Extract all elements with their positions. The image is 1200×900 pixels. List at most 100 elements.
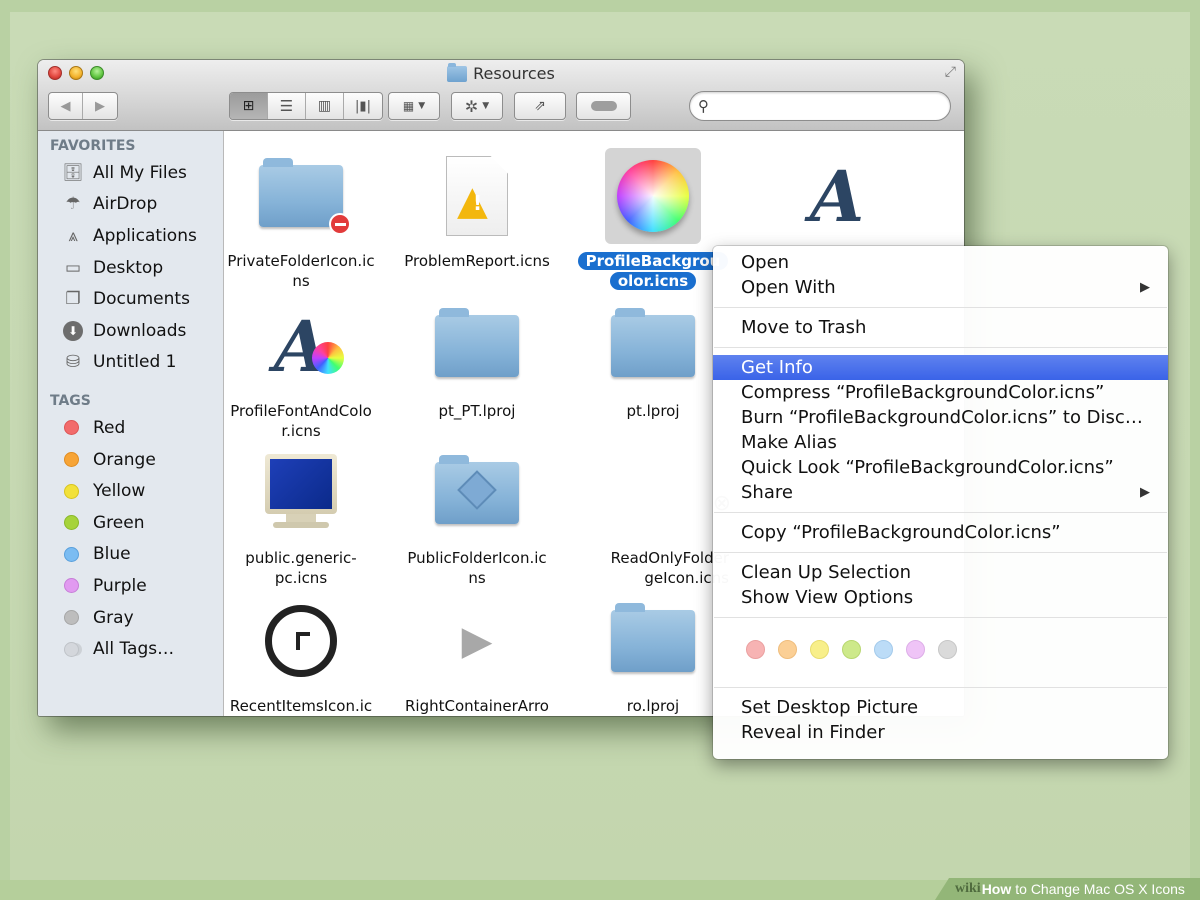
menu-tag-red[interactable] <box>746 640 765 659</box>
menu-item-burn[interactable]: Burn “ProfileBackgroundColor.icns” to Di… <box>713 405 1168 430</box>
menu-item-open-with[interactable]: Open With ▶ <box>713 275 1168 300</box>
folder-icon <box>611 603 695 672</box>
menu-item-make-alias[interactable]: Make Alias <box>713 430 1168 455</box>
menu-item-set-desktop-picture[interactable]: Set Desktop Picture <box>713 695 1168 720</box>
folder-icon <box>447 62 468 82</box>
all-files-icon: 🗄 <box>62 162 84 183</box>
menu-item-share[interactable]: Share ▶ <box>713 480 1168 505</box>
menu-separator <box>714 512 1167 513</box>
watermark-caption: wiki How to Change Mac OS X Icons <box>935 878 1200 900</box>
sidebar-item-downloads[interactable]: ⬇ Downloads <box>38 315 223 347</box>
list-view-button[interactable]: ☰ <box>268 93 306 119</box>
list-view-icon: ☰ <box>279 97 294 115</box>
sidebar-item-all-my-files[interactable]: 🗄 All My Files <box>38 157 223 189</box>
menu-item-reveal-in-finder[interactable]: Reveal in Finder <box>713 720 1168 745</box>
forward-arrow-icon: ▶ <box>95 98 105 114</box>
file-item[interactable]: A ProfileFontAndColo r.icns <box>221 291 381 441</box>
search-input[interactable] <box>715 98 950 114</box>
menu-item-show-view-options[interactable]: Show View Options <box>713 585 1168 610</box>
sidebar-tag-purple[interactable]: Purple <box>38 570 223 602</box>
menu-tag-orange[interactable] <box>778 640 797 659</box>
menu-tag-yellow[interactable] <box>810 640 829 659</box>
purple-tag-dot-icon <box>64 578 79 594</box>
menu-item-quick-look[interactable]: Quick Look “ProfileBackgroundColor.icns” <box>713 455 1168 480</box>
context-menu: Open Open With ▶ Move to Trash Get Info C… <box>713 246 1168 759</box>
tags-toggle-button[interactable] <box>576 92 631 120</box>
sidebar-tag-green[interactable]: Green <box>38 507 223 539</box>
blue-tag-dot-icon <box>64 546 79 562</box>
file-item[interactable]: PrivateFolderIcon.ic ns <box>221 141 381 291</box>
icon-view-button[interactable]: ⊞ <box>230 93 268 119</box>
menu-tag-green[interactable] <box>842 640 861 659</box>
action-button[interactable]: ✲ ▼ <box>451 92 503 120</box>
share-button[interactable]: ⇗ <box>514 92 566 120</box>
back-button[interactable]: ◀ <box>49 93 83 119</box>
sidebar-item-desktop[interactable]: ▭ Desktop <box>38 252 223 284</box>
search-field[interactable]: ⚲ <box>689 91 951 121</box>
menu-tag-gray[interactable] <box>938 640 957 659</box>
file-item[interactable]: RecentItemsIcon.icns <box>221 586 381 716</box>
disk-icon: ⛁ <box>65 352 81 373</box>
menu-item-get-info[interactable]: Get Info <box>713 355 1168 380</box>
sidebar-tag-gray[interactable]: Gray <box>38 602 223 634</box>
menu-item-open[interactable]: Open <box>713 250 1168 275</box>
orange-tag-dot-icon <box>64 452 79 468</box>
file-item[interactable]: ▶ RightContainerArrowIcon.icns <box>397 586 557 716</box>
file-item[interactable]: pt_PT.lproj <box>397 291 557 421</box>
menu-item-move-to-trash[interactable]: Move to Trash <box>713 315 1168 340</box>
file-item[interactable]: A <box>757 141 917 251</box>
all-tags-icon <box>64 641 79 657</box>
file-item[interactable]: ⊗ ReadOnlyFoldergeIcon.icns <box>573 438 733 588</box>
sidebar-item-label: All Tags… <box>93 639 175 660</box>
back-arrow-icon: ◀ <box>60 98 71 114</box>
column-view-icon: ▥ <box>317 98 332 114</box>
sidebar-all-tags[interactable]: All Tags… <box>38 633 223 665</box>
file-name: ProblemReport.icns <box>404 252 550 270</box>
file-item[interactable]: public.generic-pc.icns <box>221 438 381 588</box>
desktop-icon: ▭ <box>64 257 82 278</box>
private-folder-icon <box>259 158 351 235</box>
font-letter-a-icon: A <box>809 154 865 238</box>
menu-item-copy[interactable]: Copy “ProfileBackgroundColor.icns” <box>713 520 1168 545</box>
sidebar-tag-orange[interactable]: Orange <box>38 444 223 476</box>
forward-button[interactable]: ▶ <box>83 93 117 119</box>
sidebar-item-applications[interactable]: ⩓ Applications <box>38 220 223 252</box>
search-icon: ⚲ <box>698 97 709 115</box>
sidebar-item-airdrop[interactable]: ☂ AirDrop <box>38 189 223 221</box>
tags-header: TAGS <box>50 393 91 410</box>
chevron-down-icon: ▼ <box>418 101 426 111</box>
gear-icon: ✲ <box>464 96 479 116</box>
menu-tag-blue[interactable] <box>874 640 893 659</box>
file-item[interactable]: ▲ ! ProblemReport.icns <box>397 141 557 271</box>
arrange-button[interactable]: ▦ ▼ <box>388 92 440 120</box>
menu-item-compress[interactable]: Compress “ProfileBackgroundColor.icns” <box>713 380 1168 405</box>
file-item[interactable]: ro.lproj <box>573 586 733 716</box>
fullscreen-icon[interactable]: ⤢ <box>945 64 956 80</box>
file-name: pt.lproj <box>626 402 680 420</box>
sidebar-item-untitled-1[interactable]: ⛁ Untitled 1 <box>38 347 223 379</box>
column-view-button[interactable]: ▥ <box>306 93 344 119</box>
downloads-icon: ⬇ <box>62 320 84 342</box>
yellow-tag-dot-icon <box>64 483 79 499</box>
right-arrow-icon: ▶ <box>461 618 493 664</box>
menu-item-clean-up-selection[interactable]: Clean Up Selection <box>713 560 1168 585</box>
sidebar-item-label: All My Files <box>93 162 187 183</box>
font-and-color-icon: A <box>274 305 345 388</box>
menu-tag-purple[interactable] <box>906 640 925 659</box>
sidebar-tag-yellow[interactable]: Yellow <box>38 475 223 507</box>
file-item[interactable]: PublicFolderIcon.ic ns <box>397 438 557 588</box>
sidebar-tag-blue[interactable]: Blue <box>38 539 223 571</box>
sidebar-item-documents[interactable]: ❐ Documents <box>38 283 223 315</box>
pedestrian-sign-icon <box>457 470 497 510</box>
sidebar-tag-red[interactable]: Red <box>38 412 223 444</box>
file-name: PrivateFolderIcon.ic ns <box>227 252 375 290</box>
file-name: RightContainerArrowIcon.icns <box>405 697 549 715</box>
submenu-arrow-icon: ▶ <box>1140 485 1150 500</box>
file-item-selected[interactable]: ProfileBackgrou olor.icns <box>573 141 733 291</box>
submenu-arrow-icon: ▶ <box>1140 280 1150 295</box>
file-name: RecentItemsIcon.icns <box>229 697 373 715</box>
sidebar-item-label: Applications <box>93 225 197 246</box>
cover-flow-button[interactable]: |▮| <box>344 93 382 119</box>
color-wheel-icon <box>617 160 689 232</box>
file-item[interactable]: pt.lproj <box>573 291 733 421</box>
